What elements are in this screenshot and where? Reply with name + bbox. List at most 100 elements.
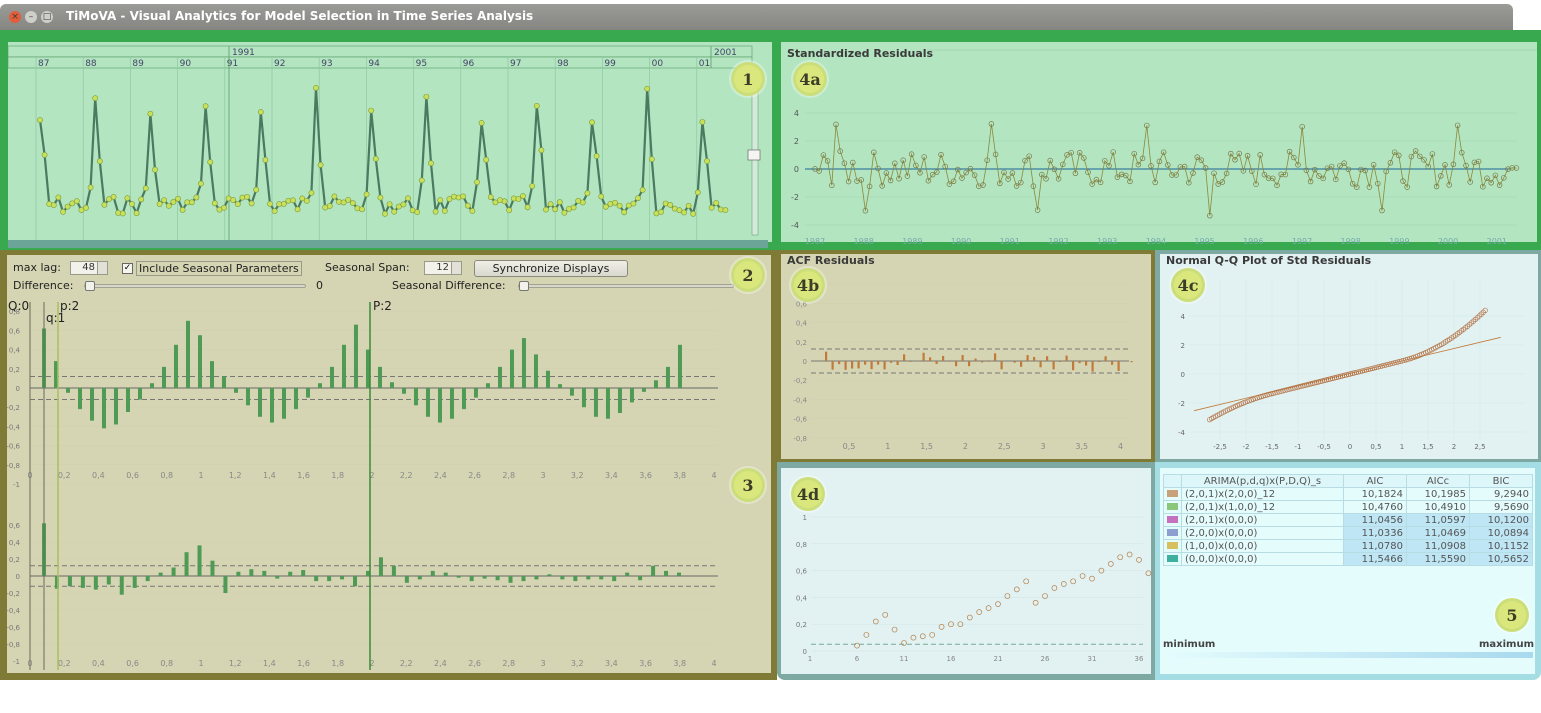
acf-bar bbox=[617, 388, 622, 413]
pvalue-point bbox=[929, 632, 936, 638]
aicc-cell: 11,0597 bbox=[1405, 513, 1470, 527]
table-row[interactable]: (0,0,0)x(0,0,0) 11,5466 11,5590 10,5652 bbox=[1163, 552, 1534, 566]
acf-bar bbox=[281, 388, 286, 419]
pvalue-point bbox=[1023, 578, 1030, 585]
acf-residual-bar bbox=[838, 361, 841, 365]
model-selection-panel: ARIMA(p,d,q)x(P,D,Q)_s AIC AICc BIC (2,0… bbox=[1155, 462, 1541, 680]
acf-residual-bar bbox=[1046, 356, 1049, 361]
y-tick-label: 0,6 bbox=[796, 568, 808, 576]
series-point bbox=[230, 197, 237, 203]
series-point bbox=[345, 196, 352, 203]
series-point bbox=[326, 203, 333, 209]
table-row[interactable]: (1,0,0)x(0,0,0) 11,0780 11,0908 10,1152 bbox=[1163, 539, 1534, 553]
x-tick-label: 4 bbox=[711, 659, 716, 668]
pvalue-point bbox=[938, 624, 945, 630]
series-point bbox=[386, 201, 393, 208]
model-comparison-table[interactable]: ARIMA(p,d,q)x(P,D,Q)_s AIC AICc BIC (2,0… bbox=[1163, 474, 1534, 566]
x-tick-label: 3 bbox=[1040, 442, 1045, 451]
table-header-aicc[interactable]: AICc bbox=[1405, 474, 1470, 488]
acf-residual-bar bbox=[929, 357, 932, 361]
acf-residual-bar bbox=[1078, 361, 1081, 364]
acf-bar bbox=[377, 366, 382, 388]
acf-residual-bar bbox=[955, 361, 958, 367]
table-row[interactable]: (2,0,0)x(0,0,0) 11,0336 11,0469 10,0894 bbox=[1163, 526, 1534, 540]
series-point bbox=[681, 209, 687, 216]
row-color-swatch bbox=[1163, 513, 1182, 527]
series-point bbox=[630, 200, 637, 207]
x-tick-label: 31 bbox=[1088, 655, 1097, 663]
series-point bbox=[349, 200, 356, 206]
series-point bbox=[478, 120, 485, 126]
series-point bbox=[464, 202, 471, 209]
pacf-bar bbox=[469, 576, 474, 582]
x-tick-label: 36 bbox=[1135, 655, 1144, 663]
acf-bar bbox=[677, 344, 682, 388]
x-tick-label: 3,2 bbox=[571, 659, 584, 668]
acf-residual-bar bbox=[1020, 361, 1023, 367]
year-label: 95 bbox=[416, 59, 427, 69]
series-point bbox=[533, 102, 540, 109]
acf-bar bbox=[173, 344, 178, 388]
badge-3: 3 bbox=[731, 468, 765, 502]
pacf-bar bbox=[210, 560, 215, 576]
minimize-window-button[interactable]: – bbox=[25, 11, 37, 23]
pvalue-point bbox=[1051, 585, 1058, 591]
table-header-aic[interactable]: AIC bbox=[1342, 474, 1407, 488]
badge-1: 1 bbox=[731, 62, 765, 96]
series-point bbox=[704, 158, 710, 164]
x-tick-label: 0,6 bbox=[126, 471, 139, 480]
series-point bbox=[101, 201, 108, 208]
x-tick-label: 0,5 bbox=[1370, 443, 1381, 451]
pacf-bar bbox=[353, 576, 358, 587]
pvalue-point bbox=[976, 609, 983, 615]
y-tick-label: 4 bbox=[794, 109, 799, 118]
aic-cell: 11,0336 bbox=[1342, 526, 1407, 540]
series-point bbox=[639, 187, 646, 193]
table-row[interactable]: (2,0,1)x(0,0,0) 11,0456 11,0597 10,1200 bbox=[1163, 513, 1534, 527]
series-point bbox=[96, 158, 103, 165]
x-tick-label: 1,5 bbox=[1422, 443, 1433, 451]
acf-bar bbox=[113, 388, 118, 425]
pacf-bar bbox=[495, 576, 500, 581]
time-series-chart[interactable]: 1991 2001 87 88 89 90 91 92 93 94 95 96 97 98 99 00 01 bbox=[0, 30, 777, 250]
series-point bbox=[133, 210, 140, 217]
y-tick-label: 0,2 bbox=[9, 366, 20, 374]
series-point bbox=[690, 210, 697, 217]
series-point bbox=[372, 155, 379, 162]
x-tick-label: 1990 bbox=[951, 237, 971, 246]
table-header-bic[interactable]: BIC bbox=[1468, 474, 1534, 488]
series-point bbox=[391, 208, 398, 215]
table-row[interactable]: (2,0,1)x(1,0,0)_12 10,4760 10,4910 9,5690 bbox=[1163, 500, 1534, 514]
series-point bbox=[271, 208, 278, 214]
series-point bbox=[616, 202, 623, 209]
close-window-button[interactable]: × bbox=[9, 11, 21, 23]
pvalue-point bbox=[985, 605, 992, 611]
y-tick-label: -0,6 bbox=[793, 416, 807, 424]
series-point bbox=[290, 197, 296, 204]
series-point bbox=[441, 208, 448, 214]
x-tick-label: 16 bbox=[947, 655, 956, 663]
series-point bbox=[267, 200, 273, 207]
series-point bbox=[667, 202, 674, 208]
series-point bbox=[221, 204, 227, 211]
maximize-icon: □ bbox=[42, 12, 52, 22]
x-tick-label: 0,4 bbox=[92, 471, 105, 480]
acf-bar bbox=[593, 388, 598, 417]
x-tick-label: 3,8 bbox=[673, 471, 686, 480]
y-tick-label: -2 bbox=[1178, 400, 1185, 408]
series-point bbox=[635, 195, 641, 202]
x-tick-label: 1 bbox=[198, 659, 203, 668]
pacf-bar bbox=[664, 570, 669, 576]
pvalue-point bbox=[1079, 573, 1086, 579]
table-row[interactable]: (2,0,1)x(2,0,0)_12 10,1824 10,1985 9,2940 bbox=[1163, 487, 1534, 501]
acf-bar bbox=[413, 388, 418, 406]
pacf-bar bbox=[625, 572, 630, 576]
table-header-model[interactable]: ARIMA(p,d,q)x(P,D,Q)_s bbox=[1181, 474, 1344, 488]
acf-bar bbox=[293, 388, 298, 410]
acf-pacf-chart[interactable]: 0,8 0,6 0,4 0,2 0 -0,2 -0,4 -0,6 -0,8 -1 0 0,2 0,4 0,… bbox=[0, 250, 777, 680]
badge-4c: 4c bbox=[1171, 268, 1205, 302]
table-header-color bbox=[1163, 474, 1182, 488]
maximize-window-button[interactable]: □ bbox=[41, 11, 53, 23]
series-point bbox=[211, 200, 218, 207]
year-label: 97 bbox=[510, 59, 521, 69]
